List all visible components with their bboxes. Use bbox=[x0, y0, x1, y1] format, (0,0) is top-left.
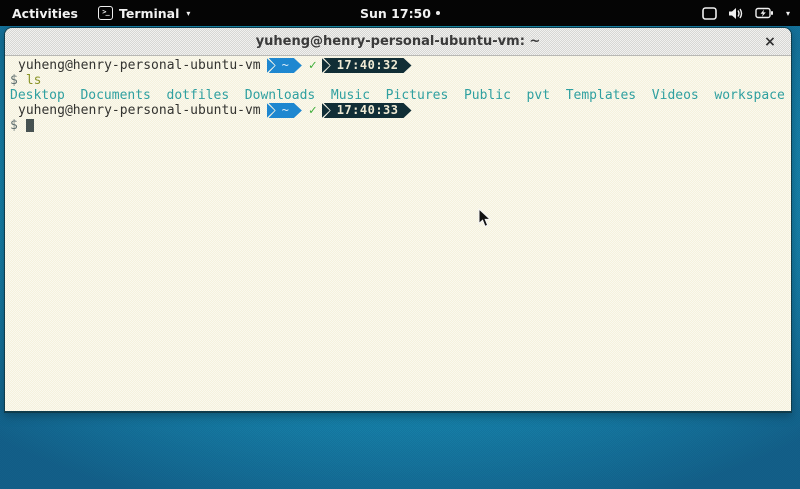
input-line[interactable]: $ bbox=[10, 118, 787, 133]
display-icon bbox=[702, 7, 717, 20]
battery-charging-icon bbox=[755, 7, 774, 19]
terminal-cursor bbox=[26, 119, 34, 132]
command-line: $ ls bbox=[10, 73, 787, 88]
prompt-line-2: yuheng@henry-personal-ubuntu-vm ~ ✓ 17:4… bbox=[10, 103, 787, 118]
chevron-down-icon: ▾ bbox=[186, 9, 190, 18]
prompt-user-host: yuheng@henry-personal-ubuntu-vm bbox=[18, 58, 261, 73]
clock-label: Sun 17:50 bbox=[360, 6, 431, 21]
window-titlebar[interactable]: yuheng@henry-personal-ubuntu-vm: ~ × bbox=[5, 28, 791, 56]
prompt-user-host: yuheng@henry-personal-ubuntu-vm bbox=[18, 103, 261, 118]
activities-button[interactable]: Activities bbox=[12, 6, 78, 21]
prompt-line-1: yuheng@henry-personal-ubuntu-vm ~ ✓ 17:4… bbox=[10, 58, 787, 73]
app-menu-terminal[interactable]: >_ Terminal ▾ bbox=[98, 6, 190, 21]
shell-prompt-symbol: $ bbox=[10, 73, 18, 88]
typed-command: ls bbox=[26, 73, 42, 88]
window-title: yuheng@henry-personal-ubuntu-vm: ~ bbox=[256, 34, 541, 49]
clock-button[interactable]: Sun 17:50 bbox=[360, 6, 440, 21]
terminal-window: yuheng@henry-personal-ubuntu-vm: ~ × yuh… bbox=[4, 27, 792, 413]
close-icon[interactable]: × bbox=[761, 33, 779, 51]
prompt-time-segment: 17:40:32 bbox=[322, 58, 412, 73]
notification-dot-icon bbox=[436, 11, 440, 15]
prompt-time-segment: 17:40:33 bbox=[322, 103, 412, 118]
chevron-down-icon: ▾ bbox=[786, 9, 790, 18]
ls-output-line: Desktop Documents dotfiles Downloads Mus… bbox=[10, 88, 787, 103]
app-menu-label: Terminal bbox=[119, 6, 179, 21]
dir-listing: Desktop Documents dotfiles Downloads Mus… bbox=[10, 88, 785, 103]
terminal-icon: >_ bbox=[98, 6, 113, 20]
prompt-time: 17:40:32 bbox=[324, 58, 412, 73]
shell-prompt-symbol: $ bbox=[10, 118, 18, 133]
prompt-path-segment: ~ bbox=[267, 58, 302, 73]
terminal-content[interactable]: yuheng@henry-personal-ubuntu-vm ~ ✓ 17:4… bbox=[5, 56, 791, 411]
prompt-path-segment: ~ bbox=[267, 103, 302, 118]
volume-icon bbox=[728, 7, 744, 20]
system-status-menu[interactable]: ▾ bbox=[702, 0, 790, 26]
exit-status-check-icon: ✓ bbox=[309, 58, 317, 73]
prompt-time: 17:40:33 bbox=[324, 103, 412, 118]
exit-status-check-icon: ✓ bbox=[309, 103, 317, 118]
top-bar: Activities >_ Terminal ▾ Sun 17:50 ▾ bbox=[0, 0, 800, 26]
desktop: { "topbar": { "activities_label": "Activ… bbox=[0, 0, 800, 489]
